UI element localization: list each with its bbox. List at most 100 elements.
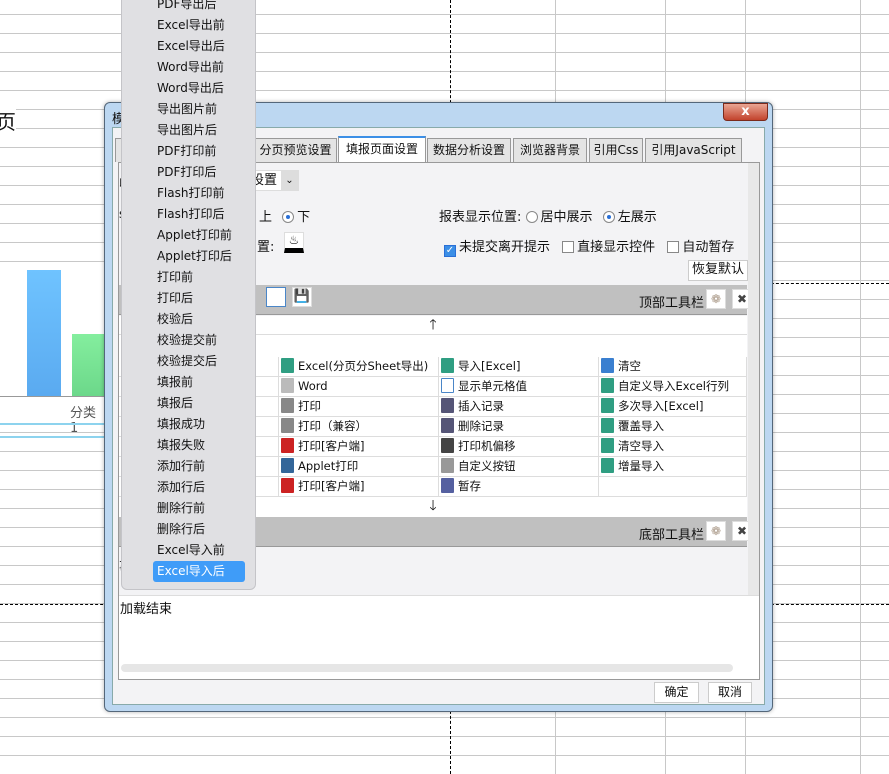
unsubmitted-prompt-label[interactable]: 未提交离开提示 xyxy=(459,240,550,255)
tab-5[interactable]: 引用Css xyxy=(589,138,643,162)
radio-down-label[interactable]: 下 xyxy=(297,210,310,225)
menu-item[interactable]: Excel导出后 xyxy=(157,36,225,57)
toolbar-button-label: 覆盖导入 xyxy=(618,419,664,433)
menu-item[interactable]: 打印前 xyxy=(157,267,193,288)
menu-item[interactable]: Flash打印后 xyxy=(157,204,224,225)
show-widgets-checkbox[interactable] xyxy=(562,241,575,253)
ok-button[interactable]: 确定 xyxy=(654,682,699,703)
menu-item[interactable]: Excel导出前 xyxy=(157,15,225,36)
menu-item[interactable]: 打印后 xyxy=(157,288,193,309)
tab-1[interactable]: 分页预览设置 xyxy=(254,138,337,162)
restore-default-button[interactable]: 恢复默认 xyxy=(688,260,748,281)
cell-icon xyxy=(441,378,454,393)
toolbar-button-cell[interactable]: 插入记录 xyxy=(439,397,599,417)
toolbar-button-cell[interactable] xyxy=(599,477,747,497)
radio-up-label[interactable]: 上 xyxy=(259,210,272,225)
chart-axis xyxy=(0,396,104,397)
menu-item[interactable]: 添加行前 xyxy=(157,456,205,477)
menu-item[interactable]: Applet打印后 xyxy=(157,246,232,267)
menu-item[interactable]: 删除行前 xyxy=(157,498,205,519)
menu-item[interactable]: 填报后 xyxy=(157,393,193,414)
toolbar-button-cell[interactable]: 清空 xyxy=(599,357,747,377)
menu-item[interactable]: 校验提交前 xyxy=(157,330,217,351)
toolbar-button-cell[interactable]: 打印[客户端] xyxy=(279,437,439,457)
toolbar-button-cell[interactable]: Applet打印 xyxy=(279,457,439,477)
menu-item[interactable]: Word导出后 xyxy=(157,78,224,99)
menu-item[interactable]: 添加行后 xyxy=(157,477,205,498)
chevron-down-icon: ⌄ xyxy=(281,171,298,190)
tab-4[interactable]: 浏览器背景 xyxy=(513,138,587,162)
menu-item[interactable]: Flash打印前 xyxy=(157,183,224,204)
radio-left-label[interactable]: 左展示 xyxy=(618,210,657,225)
menu-item[interactable]: 填报成功 xyxy=(157,414,205,435)
report-position-group: 报表显示位置: 居中展示 左展示 xyxy=(439,206,657,225)
horizontal-scrollbar[interactable] xyxy=(121,664,733,672)
toolbar-button-label: 打印（兼容） xyxy=(298,419,367,433)
paint-bucket-icon[interactable]: ♨ xyxy=(284,232,304,253)
toolbar-button-cell[interactable]: 打印机偏移 xyxy=(439,437,599,457)
menu-item[interactable]: 导出图片后 xyxy=(157,120,217,141)
toolbar-button-cell[interactable]: Word xyxy=(279,377,439,397)
toolbar-button-cell[interactable]: 清空导入 xyxy=(599,437,747,457)
cancel-button[interactable]: 取消 xyxy=(708,682,752,703)
toolbar-button-cell[interactable]: 导入[Excel] xyxy=(439,357,599,377)
chart[interactable]: 分类1 xyxy=(0,262,106,436)
auto-save-checkbox[interactable] xyxy=(667,241,680,253)
radio-center[interactable] xyxy=(525,211,538,223)
menu-item[interactable]: 删除行后 xyxy=(157,519,205,540)
toolbar-button-label: 插入记录 xyxy=(458,399,504,413)
menu-item[interactable]: PDF打印前 xyxy=(157,141,216,162)
chart-category-label: 分类1 xyxy=(70,406,97,436)
toolbar-button-cell[interactable]: 多次导入[Excel] xyxy=(599,397,747,417)
flash-icon xyxy=(281,438,294,453)
tab-2[interactable]: 填报页面设置 xyxy=(338,136,426,163)
auto-save-label[interactable]: 自动暂存 xyxy=(682,240,734,255)
menu-item[interactable]: 导出图片前 xyxy=(157,99,217,120)
excel-icon xyxy=(601,378,614,393)
insert-icon xyxy=(441,398,454,413)
menu-item[interactable]: Applet打印前 xyxy=(157,225,232,246)
vertical-scrollbar[interactable] xyxy=(748,163,759,633)
toolbar-button-cell[interactable]: 自定义按钮 xyxy=(439,457,599,477)
excel-icon xyxy=(601,458,614,473)
close-button[interactable]: x xyxy=(723,103,768,121)
menu-item[interactable]: Word导出前 xyxy=(157,57,224,78)
save-icon[interactable]: 💾 xyxy=(292,287,312,307)
toolbar-position-radio[interactable]: 上 下 xyxy=(259,206,310,225)
toolbar-button-cell[interactable]: 自定义导入Excel行列 xyxy=(599,377,747,397)
toolbar-button-cell[interactable]: 增量导入 xyxy=(599,457,747,477)
radio-down[interactable] xyxy=(282,211,295,223)
unsubmitted-prompt-checkbox[interactable]: ✓ xyxy=(444,245,456,257)
toolbar-button-label: Word xyxy=(298,379,328,393)
show-widgets-label[interactable]: 直接显示控件 xyxy=(577,240,655,255)
save-icon xyxy=(441,478,454,493)
menu-item[interactable]: 校验后 xyxy=(157,309,193,330)
cell-icon[interactable] xyxy=(266,287,286,307)
radio-left[interactable] xyxy=(602,211,615,223)
toolbar-button-cell[interactable]: Excel(分页分Sheet导出) xyxy=(279,357,439,377)
radio-center-label[interactable]: 居中展示 xyxy=(541,210,593,225)
tab-3[interactable]: 数据分析设置 xyxy=(427,138,511,162)
toolbar-button-cell[interactable]: 删除记录 xyxy=(439,417,599,437)
log-text: 加载结束 xyxy=(120,602,173,617)
menu-item[interactable]: PDF导出后 xyxy=(157,0,216,15)
report-position-label: 报表显示位置: xyxy=(439,210,522,225)
tab-6[interactable]: 引用JavaScript xyxy=(645,138,742,162)
toolbar-button-cell[interactable]: 打印 xyxy=(279,397,439,417)
menu-item[interactable]: Excel导入后 xyxy=(153,561,245,582)
gear-icon[interactable]: ❁ xyxy=(706,521,726,541)
top-toolbar-label: 顶部工具栏 xyxy=(639,296,705,311)
toolbar-button-cell[interactable]: 覆盖导入 xyxy=(599,417,747,437)
toolbar-button-cell[interactable]: 打印（兼容） xyxy=(279,417,439,437)
toolbar-button-cell[interactable]: 显示单元格值 xyxy=(439,377,599,397)
menu-item[interactable]: 填报前 xyxy=(157,372,193,393)
toolbar-button-cell[interactable]: 打印[客户端] xyxy=(279,477,439,497)
menu-item[interactable]: Excel导入前 xyxy=(157,540,225,561)
menu-item[interactable]: 校验提交后 xyxy=(157,351,217,372)
toolbar-button-cell[interactable]: 暂存 xyxy=(439,477,599,497)
menu-item[interactable]: 填报失败 xyxy=(157,435,205,456)
printer-icon xyxy=(281,418,294,433)
gear-icon[interactable]: ❁ xyxy=(706,289,726,309)
printer-icon xyxy=(281,398,294,413)
menu-item[interactable]: PDF打印后 xyxy=(157,162,216,183)
